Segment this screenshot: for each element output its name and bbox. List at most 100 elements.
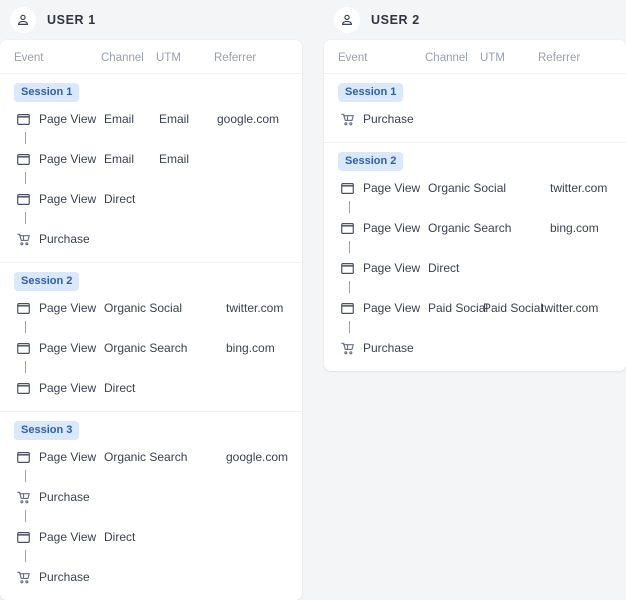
event-name: Purchase	[39, 490, 104, 504]
event-connector	[14, 132, 288, 146]
user-icon	[16, 13, 30, 27]
event-connector	[338, 321, 612, 335]
event-referrer: twitter.com	[226, 301, 288, 315]
event-utm: Email	[159, 112, 217, 126]
event-connector	[14, 510, 288, 524]
event-channel: Organic Search	[104, 341, 168, 355]
avatar	[10, 7, 36, 33]
column-header-channel: Channel	[101, 52, 156, 64]
session-badge[interactable]: Session 3	[14, 421, 79, 440]
shopping-cart-icon	[341, 113, 363, 126]
page-view-icon	[17, 154, 39, 165]
shopping-cart-icon	[341, 342, 363, 355]
session-block: Session 1 Purchase	[324, 74, 626, 142]
avatar	[334, 7, 360, 33]
user-journey-board: USER 1EventChannelUTMReferrerSession 1Pa…	[0, 0, 626, 600]
session-block: Session 2Page ViewOrganic Socialtwitter.…	[324, 142, 626, 371]
event-name: Page View	[39, 381, 104, 395]
event-name: Purchase	[363, 341, 428, 355]
user-panel: USER 1 EventChannelUTMReferrer Session 1 Pa…	[0, 0, 302, 600]
session-badge[interactable]: Session 1	[14, 83, 79, 102]
event-row[interactable]: Purchase	[338, 106, 612, 132]
column-headers: EventChannelUTMReferrer	[324, 43, 626, 74]
event-row[interactable]: Page ViewEmailEmail	[14, 146, 288, 172]
column-headers: EventChannelUTMReferrer	[0, 43, 302, 74]
session-badge[interactable]: Session 2	[338, 152, 403, 171]
page-view-icon	[341, 223, 363, 234]
event-channel: Direct	[104, 381, 159, 395]
session-block: Session 1Page ViewEmailEmailgoogle.comPa…	[0, 74, 302, 262]
event-row[interactable]: Purchase	[338, 335, 612, 361]
event-connector	[14, 550, 288, 564]
event-row[interactable]: Page ViewOrganic Socialtwitter.com	[14, 295, 288, 321]
event-row[interactable]: Page ViewDirect	[14, 524, 288, 550]
user-header: USER 2	[324, 0, 626, 40]
event-row[interactable]: Page ViewOrganic Searchbing.com	[14, 335, 288, 361]
column-header-referrer: Referrer	[538, 52, 612, 64]
shopping-cart-icon	[17, 233, 39, 246]
event-row[interactable]: Page ViewOrganic Search bing.com	[338, 215, 612, 241]
page-view-icon	[17, 532, 39, 543]
user-icon	[340, 13, 354, 27]
event-name: Page View	[363, 301, 428, 315]
event-name: Page View	[39, 152, 104, 166]
column-header-event: Event	[14, 52, 101, 64]
event-row[interactable]: Purchase	[14, 226, 288, 252]
event-row[interactable]: Page ViewPaid SocialPaid Socialtwitter.c…	[338, 295, 612, 321]
event-channel: Paid Social	[428, 301, 483, 315]
event-referrer: bing.com	[226, 341, 288, 355]
page-view-icon	[17, 383, 39, 394]
event-channel: Organic Search	[428, 221, 492, 235]
event-name: Page View	[363, 181, 428, 195]
event-row[interactable]: Page ViewDirect	[14, 186, 288, 212]
event-name: Purchase	[39, 570, 104, 584]
event-referrer: twitter.com	[550, 181, 612, 195]
user-events-card: EventChannelUTMReferrer Session 1 Page Vie…	[0, 40, 302, 600]
event-row[interactable]: Page ViewEmailEmailgoogle.com	[14, 106, 288, 132]
event-referrer: google.com	[226, 450, 288, 464]
event-name: Page View	[39, 301, 104, 315]
event-name: Page View	[363, 221, 428, 235]
event-channel: Organic Social	[428, 181, 492, 195]
column-header-channel: Channel	[425, 52, 480, 64]
page-view-icon	[17, 114, 39, 125]
event-row[interactable]: Page ViewDirect	[14, 375, 288, 401]
event-row[interactable]: Page ViewOrganic Search google.com	[14, 444, 288, 470]
event-referrer: twitter.com	[541, 301, 612, 315]
event-utm: Paid Social	[483, 301, 541, 315]
event-row[interactable]: Page ViewOrganic Social twitter.com	[338, 175, 612, 201]
page-view-icon	[341, 263, 363, 274]
event-connector	[14, 470, 288, 484]
session-block: Session 2 Page ViewOrganic Socialtwitter.…	[0, 262, 302, 411]
user-name: USER 1	[47, 13, 96, 27]
event-name: Page View	[39, 112, 104, 126]
event-utm: Email	[159, 152, 217, 166]
column-header-utm: UTM	[156, 52, 214, 64]
event-referrer: bing.com	[550, 221, 612, 235]
event-name: Page View	[39, 192, 104, 206]
session-badge[interactable]: Session 1	[338, 83, 403, 102]
event-connector	[14, 172, 288, 186]
event-row[interactable]: Page ViewDirect	[338, 255, 612, 281]
column-header-event: Event	[338, 52, 425, 64]
event-connector	[338, 201, 612, 215]
event-name: Purchase	[39, 232, 104, 246]
event-connector	[338, 241, 612, 255]
user-name: USER 2	[371, 13, 420, 27]
event-row[interactable]: Purchase	[14, 484, 288, 510]
event-channel: Direct	[104, 192, 159, 206]
session-badge[interactable]: Session 2	[14, 272, 79, 291]
column-header-referrer: Referrer	[214, 52, 288, 64]
event-name: Page View	[39, 450, 104, 464]
event-row[interactable]: Purchase	[14, 564, 288, 590]
user-events-card: EventChannelUTMReferrer Session 1 Purchase…	[324, 40, 626, 371]
event-channel: Direct	[428, 261, 483, 275]
session-block: Session 3 Page ViewOrganic Search google.c…	[0, 411, 302, 600]
page-view-icon	[17, 303, 39, 314]
column-header-utm: UTM	[480, 52, 538, 64]
event-connector	[14, 361, 288, 375]
shopping-cart-icon	[17, 571, 39, 584]
event-channel: Organic Search	[104, 450, 168, 464]
user-panel: USER 2 EventChannelUTMReferrer Session 1 Pu…	[324, 0, 626, 600]
page-view-icon	[341, 183, 363, 194]
